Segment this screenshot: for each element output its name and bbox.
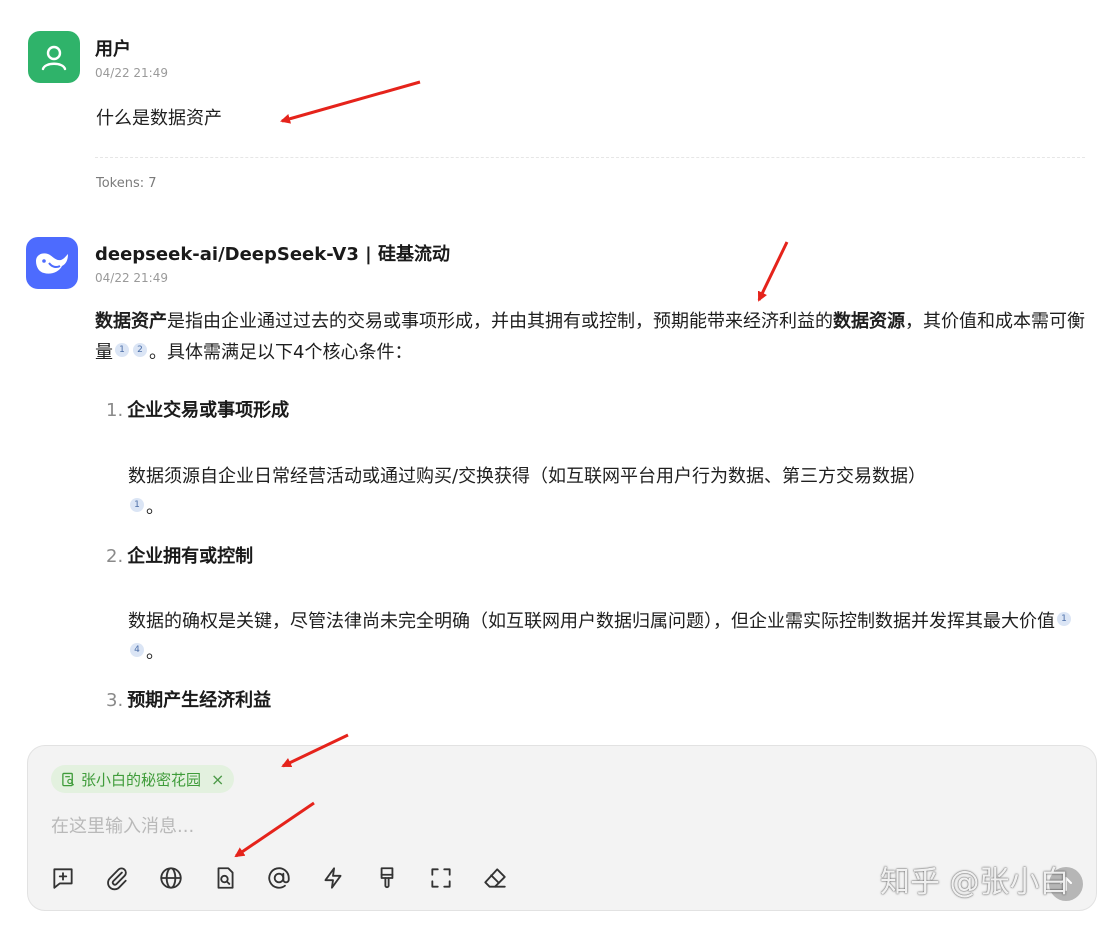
citation-badge[interactable]: 2 [133, 343, 147, 357]
chip-close-icon[interactable]: × [211, 770, 224, 789]
list-item-body: 数据的确权是关键，尽管法律尚未完全明确（如互联网用户数据归属问题），但企业需实际… [128, 606, 1078, 668]
list-item-heading: 1. 企业交易或事项形成 [106, 396, 289, 422]
user-avatar-icon [28, 31, 80, 83]
token-count: Tokens: 7 [96, 176, 157, 191]
mention-model-icon[interactable] [264, 863, 294, 893]
citation-badge[interactable]: 1 [1057, 612, 1071, 626]
list-number: 2. [106, 546, 124, 567]
knowledge-base-icon [62, 772, 75, 786]
knowledge-base-name: 张小白的秘密花园 [81, 770, 202, 789]
intro-text-3: 。具体需满足以下4个核心条件： [149, 342, 413, 363]
citation-badge[interactable]: 4 [130, 643, 144, 657]
user-sender-name: 用户 [95, 39, 131, 60]
brush-icon[interactable] [372, 863, 402, 893]
knowledge-base-icon[interactable] [210, 863, 240, 893]
new-topic-icon[interactable] [48, 863, 78, 893]
citation-badge[interactable]: 1 [115, 343, 129, 357]
user-message-time: 04/22 21:49 [95, 66, 168, 80]
list-item-title: 企业交易或事项形成 [127, 400, 290, 421]
knowledge-base-chip[interactable]: 张小白的秘密花园 × [51, 765, 235, 793]
deepseek-logo-icon [26, 237, 78, 289]
intro-text-1: 是指由企业通过过去的交易或事项形成，并由其拥有或控制，预期能带来经济利益的 [167, 311, 833, 332]
message-input[interactable] [49, 810, 753, 842]
answer-intro: 数据资产是指由企业通过过去的交易或事项形成，并由其拥有或控制，预期能带来经济利益… [95, 306, 1089, 368]
list-item-end: 。 [146, 497, 164, 518]
list-item-heading: 3. 预期产生经济利益 [106, 686, 271, 712]
list-number: 1. [106, 400, 124, 421]
list-item-end: 。 [146, 642, 164, 663]
list-item-text: 数据的确权是关键，尽管法律尚未完全明确（如互联网用户数据归属问题），但企业需实际… [128, 611, 1055, 632]
web-search-icon[interactable] [156, 863, 186, 893]
assistant-message-time: 04/22 21:49 [95, 271, 168, 285]
list-item-title: 企业拥有或控制 [127, 546, 254, 567]
user-message-text: 什么是数据资产 [96, 108, 222, 129]
list-item-text: 数据须源自企业日常经营活动或通过购买/交换获得（如互联网平台用户行为数据、第三方… [128, 466, 927, 487]
clear-icon[interactable] [480, 863, 510, 893]
list-item-title: 预期产生经济利益 [127, 690, 272, 711]
fullscreen-icon[interactable] [426, 863, 456, 893]
watermark: 知乎 @张小白 [880, 865, 1070, 900]
quick-phrase-icon[interactable] [318, 863, 348, 893]
term-data-resource: 数据资源 [833, 311, 905, 332]
list-number: 3. [106, 690, 124, 711]
list-item-body: 数据须源自企业日常经营活动或通过购买/交换获得（如互联网平台用户行为数据、第三方… [128, 461, 1088, 523]
assistant-sender-name: deepseek-ai/DeepSeek-V3 | 硅基流动 [95, 244, 450, 265]
list-item-heading: 2. 企业拥有或控制 [106, 542, 253, 568]
attachment-icon[interactable] [102, 863, 132, 893]
term-data-asset: 数据资产 [95, 311, 167, 332]
citation-badge[interactable]: 1 [130, 498, 144, 512]
message-divider [95, 157, 1085, 158]
